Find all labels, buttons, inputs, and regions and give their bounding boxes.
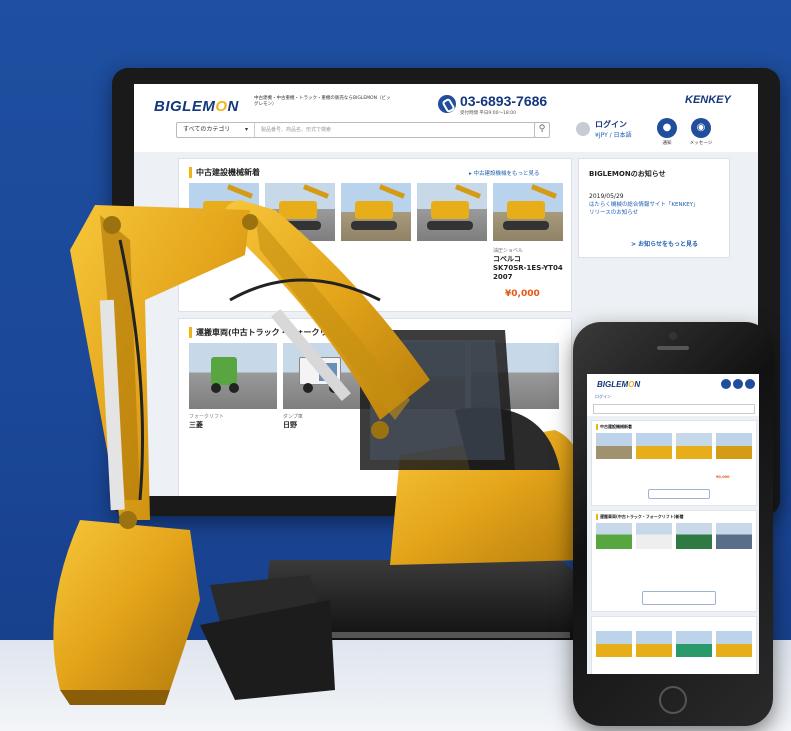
mobile-more-button[interactable] [642, 591, 716, 605]
mobile-listing-thumb[interactable] [716, 523, 752, 549]
message-icon[interactable] [733, 379, 743, 389]
mobile-listing-thumb[interactable] [676, 631, 712, 657]
smartphone: BIGLEMON ログイン 中古建設機械新着 ¥0,000 運搬車両(中古トラッ… [573, 322, 773, 726]
mobile-listing-thumb[interactable] [596, 631, 632, 657]
mobile-transport-section: 運搬車両(中古トラック・フォークリフト)新着 [591, 510, 757, 612]
mobile-search-input[interactable] [593, 404, 755, 414]
mobile-listing-thumb[interactable] [716, 433, 752, 459]
bell-icon[interactable] [721, 379, 731, 389]
mobile-section-title: 運搬車両(中古トラック・フォークリフト)新着 [596, 514, 684, 520]
mobile-listing-thumb[interactable] [596, 523, 632, 549]
phone-camera [669, 332, 677, 340]
mobile-screen: BIGLEMON ログイン 中古建設機械新着 ¥0,000 運搬車両(中古トラッ… [587, 374, 759, 674]
mobile-listing-thumb[interactable] [636, 433, 672, 459]
mobile-construction-section: 中古建設機械新着 ¥0,000 [591, 420, 757, 506]
mobile-listing-thumb[interactable] [676, 433, 712, 459]
mobile-listing-thumb[interactable] [596, 433, 632, 459]
mobile-site-logo[interactable]: BIGLEMON [597, 380, 640, 389]
phone-speaker [657, 346, 689, 350]
mobile-listing-thumb[interactable] [636, 523, 672, 549]
mobile-used-section [591, 616, 757, 674]
home-button[interactable] [659, 686, 687, 714]
mobile-listing-thumb[interactable] [676, 523, 712, 549]
mobile-section-title: 中古建設機械新着 [596, 424, 632, 430]
mobile-login-link[interactable]: ログイン [595, 394, 611, 400]
mobile-listing-thumb[interactable] [716, 631, 752, 657]
menu-icon[interactable] [745, 379, 755, 389]
mobile-listing-thumb[interactable] [636, 631, 672, 657]
mobile-more-button[interactable] [648, 489, 710, 499]
mobile-item-price: ¥0,000 [716, 475, 730, 479]
